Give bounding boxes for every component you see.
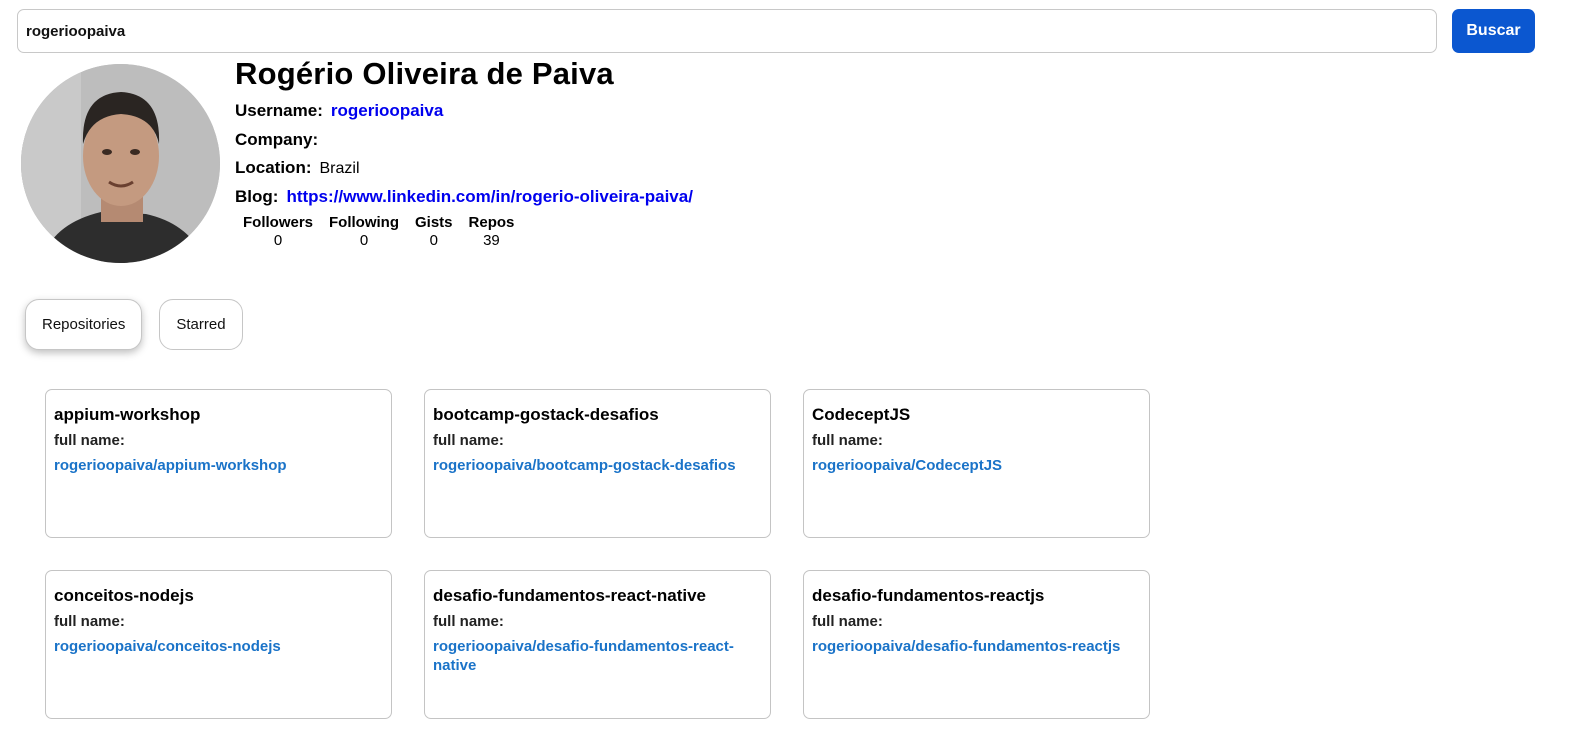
company-label: Company: [235, 129, 319, 149]
repo-full-name-label: full name: [54, 432, 125, 449]
repo-full-name-label: full name: [433, 613, 504, 630]
repo-card[interactable]: conceitos-nodejs full name: rogerioopaiv… [45, 570, 392, 719]
stat-value: 0 [359, 232, 369, 249]
repo-full-name-link[interactable]: rogerioopaiva/desafio-fundamentos-reactj… [812, 637, 1141, 656]
avatar-photo [21, 64, 220, 263]
profile-info: Rogério Oliveira de Paiva Username: roge… [235, 56, 693, 211]
location-value: Brazil [319, 160, 360, 177]
repo-full-name-link[interactable]: rogerioopaiva/CodeceptJS [812, 456, 1141, 475]
blog-link[interactable]: https://www.linkedin.com/in/rogerio-oliv… [286, 183, 693, 212]
stat-label: Following [329, 214, 399, 231]
repo-card[interactable]: appium-workshop full name: rogerioopaiva… [45, 389, 392, 538]
repo-full-name-label: full name: [54, 613, 125, 630]
repo-card[interactable]: desafio-fundamentos-reactjs full name: r… [803, 570, 1150, 719]
repo-name: conceitos-nodejs [54, 586, 194, 605]
repo-list: appium-workshop full name: rogerioopaiva… [45, 389, 1150, 719]
tab-bar: Repositories Starred [25, 299, 260, 350]
stat-label: Followers [243, 214, 314, 231]
blog-row: Blog: https://www.linkedin.com/in/rogeri… [235, 183, 693, 212]
tab-starred[interactable]: Starred [159, 299, 243, 350]
repo-full-name-link[interactable]: rogerioopaiva/conceitos-nodejs [54, 637, 383, 656]
repo-name: appium-workshop [54, 405, 201, 424]
avatar [21, 64, 220, 263]
username-label: Username: [235, 101, 323, 120]
repo-card[interactable]: desafio-fundamentos-react-native full na… [424, 570, 771, 719]
username-row: Username: rogerioopaiva [235, 97, 693, 126]
company-row: Company: [235, 126, 693, 155]
repo-card[interactable]: CodeceptJS full name: rogerioopaiva/Code… [803, 389, 1150, 538]
repo-full-name-link[interactable]: rogerioopaiva/appium-workshop [54, 456, 383, 475]
location-label: Location: [235, 158, 312, 177]
stat-followers: Followers 0 [243, 214, 313, 250]
repo-name: CodeceptJS [812, 405, 911, 424]
repo-name: bootcamp-gostack-desafios [433, 405, 659, 424]
repo-full-name-link[interactable]: rogerioopaiva/bootcamp-gostack-desafios [433, 456, 762, 475]
search-input[interactable] [17, 9, 1437, 53]
repo-name: desafio-fundamentos-react-native [433, 586, 706, 605]
stat-value: 0 [429, 232, 438, 249]
blog-label: Blog: [235, 186, 279, 206]
stat-label: Gists [415, 214, 453, 231]
stat-repos: Repos 39 [469, 214, 515, 250]
repo-full-name-label: full name: [812, 432, 883, 449]
username-link[interactable]: rogerioopaiva [331, 97, 443, 126]
stat-label: Repos [468, 214, 515, 231]
repo-full-name-label: full name: [812, 613, 883, 630]
repo-full-name-label: full name: [433, 432, 504, 449]
stat-value: 39 [483, 232, 500, 249]
repo-name: desafio-fundamentos-reactjs [812, 586, 1045, 605]
profile-stats: Followers 0 Following 0 Gists 0 Repos 39 [243, 214, 530, 250]
profile-name: Rogério Oliveira de Paiva [235, 56, 614, 91]
stat-value: 0 [273, 232, 283, 249]
repo-full-name-link[interactable]: rogerioopaiva/desafio-fundamentos-react-… [433, 637, 762, 675]
repo-card[interactable]: bootcamp-gostack-desafios full name: rog… [424, 389, 771, 538]
stat-gists: Gists 0 [415, 214, 453, 250]
stat-following: Following 0 [329, 214, 399, 250]
location-row: Location: Brazil [235, 154, 693, 183]
tab-repositories[interactable]: Repositories [25, 299, 143, 350]
search-button[interactable]: Buscar [1452, 9, 1535, 53]
